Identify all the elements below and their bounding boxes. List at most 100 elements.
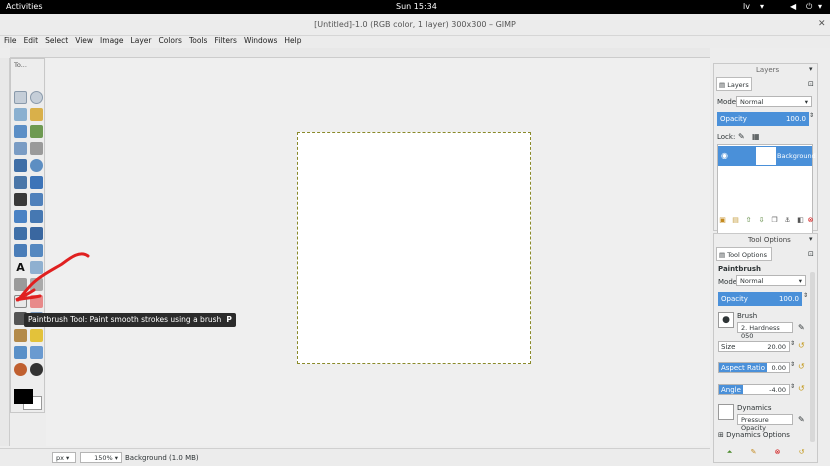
edit-brush-icon[interactable]: ✎ bbox=[798, 323, 805, 332]
paths-icon[interactable] bbox=[30, 142, 43, 155]
lock-pixels-icon[interactable]: ✎ bbox=[738, 132, 745, 141]
opacity-spinner-icon[interactable]: ⇕ bbox=[803, 292, 808, 299]
clock[interactable]: Sun 15:34 bbox=[396, 2, 437, 11]
image-canvas[interactable] bbox=[297, 132, 531, 364]
tab-layers[interactable]: ▤ Layers bbox=[716, 77, 752, 91]
color-picker-icon[interactable] bbox=[14, 159, 27, 172]
menu-tools[interactable]: Tools bbox=[189, 36, 207, 45]
size-spinner-icon[interactable]: ⇕ bbox=[790, 340, 795, 347]
angle-field[interactable]: Angle -4.00 bbox=[718, 384, 790, 395]
tool-options-scrollbar[interactable] bbox=[810, 272, 815, 442]
layer-name[interactable]: Background bbox=[777, 152, 816, 160]
blur-icon[interactable] bbox=[30, 346, 43, 359]
layer-mask-icon[interactable]: ◧ bbox=[796, 216, 805, 225]
menu-colors[interactable]: Colors bbox=[158, 36, 182, 45]
aspect-spinner-icon[interactable]: ⇕ bbox=[790, 361, 795, 368]
aspect-ratio-field[interactable]: Aspect Ratio 0.00 bbox=[718, 362, 790, 373]
size-field[interactable]: Size 20.00 bbox=[718, 341, 790, 352]
perspective-icon[interactable] bbox=[30, 227, 43, 240]
menu-select[interactable]: Select bbox=[45, 36, 68, 45]
tool-mode-select[interactable]: Normal ▾ bbox=[736, 275, 806, 286]
new-layer-icon[interactable]: ▣ bbox=[718, 216, 727, 225]
eye-icon[interactable]: ◉ bbox=[721, 151, 728, 160]
reset-options-icon[interactable]: ↺ bbox=[797, 448, 806, 457]
language-indicator[interactable]: lv bbox=[743, 2, 750, 11]
tab-tool-options[interactable]: ▤ Tool Options bbox=[716, 247, 772, 261]
restore-options-icon[interactable]: ✎ bbox=[749, 448, 758, 457]
opacity-spinner-icon[interactable]: ⇕ bbox=[809, 112, 814, 119]
vertical-ruler[interactable] bbox=[0, 58, 10, 446]
reset-aspect-icon[interactable]: ↺ bbox=[798, 362, 805, 371]
perspective-clone-icon[interactable] bbox=[14, 346, 27, 359]
menu-image[interactable]: Image bbox=[100, 36, 124, 45]
crop-icon[interactable] bbox=[30, 193, 43, 206]
shear-icon[interactable] bbox=[14, 227, 27, 240]
brush-name-field[interactable]: 2. Hardness 050 bbox=[737, 322, 793, 340]
rect-select-icon[interactable] bbox=[14, 91, 27, 104]
dynamics-options-expander[interactable]: ⊞ Dynamics Options bbox=[718, 431, 790, 439]
dynamics-preview[interactable] bbox=[718, 404, 734, 420]
layers-dock: Layers ▾ ▤ Layers ⊡ Mode Normal ▾ Opacity… bbox=[713, 63, 818, 234]
menu-edit[interactable]: Edit bbox=[24, 36, 39, 45]
dynamics-field[interactable]: Pressure Opacity bbox=[737, 414, 793, 432]
tab-configure-icon[interactable]: ⊡ bbox=[808, 250, 814, 258]
layers-mode-select[interactable]: Normal ▾ bbox=[736, 96, 812, 107]
zoom-select[interactable]: 150% ▾ bbox=[80, 452, 122, 463]
lock-alpha-icon[interactable]: ▦ bbox=[752, 132, 760, 141]
power-icon[interactable]: ⏻ bbox=[806, 2, 812, 12]
angle-spinner-icon[interactable]: ⇕ bbox=[790, 383, 795, 390]
dock-menu-icon[interactable]: ▾ bbox=[809, 235, 813, 243]
reset-angle-icon[interactable]: ↺ bbox=[798, 384, 805, 393]
move-icon[interactable] bbox=[30, 176, 43, 189]
reset-size-icon[interactable]: ↺ bbox=[798, 341, 805, 350]
delete-options-icon[interactable]: ⊗ bbox=[773, 448, 782, 457]
scissors-icon[interactable] bbox=[30, 125, 43, 138]
foreground-select-icon[interactable] bbox=[14, 142, 27, 155]
raise-layer-icon[interactable]: ⇧ bbox=[744, 216, 753, 225]
layer-row-background[interactable]: ◉ Background bbox=[718, 146, 816, 166]
smudge-icon[interactable] bbox=[14, 363, 27, 376]
menu-windows[interactable]: Windows bbox=[244, 36, 277, 45]
ellipse-select-icon[interactable] bbox=[30, 91, 43, 104]
rotate-icon[interactable] bbox=[14, 210, 27, 223]
tool-opacity-slider[interactable]: Opacity 100.0 bbox=[718, 292, 802, 306]
unit-select[interactable]: px ▾ bbox=[52, 452, 76, 463]
volume-icon[interactable]: ◀ bbox=[790, 2, 796, 11]
tool-options-dock-title: Tool Options bbox=[748, 236, 791, 244]
foreground-color-fill[interactable] bbox=[14, 389, 33, 404]
close-icon[interactable]: ✕ bbox=[818, 19, 826, 29]
menu-file[interactable]: File bbox=[4, 36, 17, 45]
tab-configure-icon[interactable]: ⊡ bbox=[808, 80, 814, 88]
chevron-down-icon[interactable]: ▾ bbox=[818, 2, 822, 11]
lower-layer-icon[interactable]: ⇩ bbox=[757, 216, 766, 225]
zoom-icon[interactable] bbox=[30, 159, 43, 172]
measure-icon[interactable] bbox=[14, 176, 27, 189]
tool-tooltip: Paintbrush Tool: Paint smooth strokes us… bbox=[24, 313, 236, 327]
heal-icon[interactable] bbox=[30, 329, 43, 342]
duplicate-layer-icon[interactable]: ❐ bbox=[770, 216, 779, 225]
color-select-icon[interactable] bbox=[14, 125, 27, 138]
menu-filters[interactable]: Filters bbox=[214, 36, 236, 45]
chevron-down-icon[interactable]: ▾ bbox=[760, 2, 764, 11]
window-title-bar: [Untitled]-1.0 (RGB color, 1 layer) 300x… bbox=[0, 14, 830, 36]
menu-layer[interactable]: Layer bbox=[131, 36, 152, 45]
menu-help[interactable]: Help bbox=[284, 36, 301, 45]
horizontal-ruler[interactable] bbox=[10, 48, 710, 58]
clone-icon[interactable] bbox=[14, 329, 27, 342]
scale-icon[interactable] bbox=[30, 210, 43, 223]
new-layer-group-icon[interactable]: ▤ bbox=[731, 216, 740, 225]
fuzzy-select-icon[interactable] bbox=[30, 108, 43, 121]
align-icon[interactable] bbox=[14, 193, 27, 206]
dodge-burn-icon[interactable] bbox=[30, 363, 43, 376]
layers-opacity-slider[interactable]: Opacity 100.0 bbox=[717, 112, 809, 126]
save-options-icon[interactable]: ⏶ bbox=[725, 448, 734, 457]
dock-menu-icon[interactable]: ▾ bbox=[809, 65, 813, 73]
toolbox: To... A bbox=[10, 58, 45, 413]
menu-view[interactable]: View bbox=[75, 36, 93, 45]
edit-dynamics-icon[interactable]: ✎ bbox=[798, 415, 805, 424]
lasso-icon[interactable] bbox=[14, 108, 27, 121]
activities-button[interactable]: Activities bbox=[6, 2, 43, 11]
brush-preview[interactable]: ● bbox=[718, 312, 734, 328]
anchor-layer-icon[interactable]: ⚓ bbox=[783, 216, 792, 225]
delete-layer-icon[interactable]: ⊗ bbox=[806, 216, 815, 225]
